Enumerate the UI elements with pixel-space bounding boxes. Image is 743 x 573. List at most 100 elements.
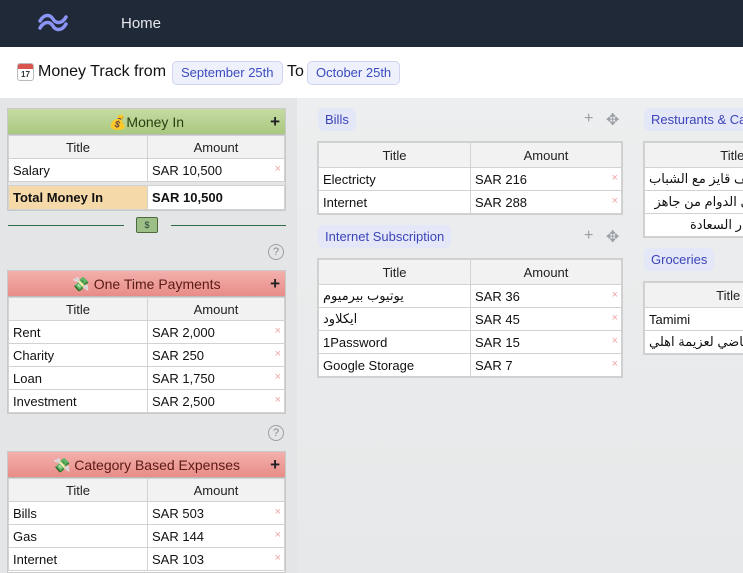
- table-row: 1Password SAR 15 ×: [318, 330, 622, 354]
- restaurants-tag[interactable]: Resturants & Ca: [644, 108, 743, 131]
- remove-icon[interactable]: ×: [612, 172, 618, 184]
- row-amount-cell[interactable]: SAR 2,000 ×: [147, 320, 285, 344]
- add-subscription-icon[interactable]: +: [584, 227, 593, 245]
- remove-icon[interactable]: ×: [275, 552, 281, 564]
- nav-home-link[interactable]: Home: [121, 15, 161, 32]
- add-money-in-icon[interactable]: +: [270, 109, 280, 135]
- remove-icon[interactable]: ×: [275, 529, 281, 541]
- row-title[interactable]: قاضي لعزيمة اهلي: [643, 330, 743, 354]
- add-category-icon[interactable]: +: [270, 452, 280, 478]
- remove-icon[interactable]: ×: [275, 348, 281, 360]
- internet-subscription-table: Title Amount يوتيوب بيرميوم SAR 36 × ايكل…: [317, 258, 623, 378]
- row-title[interactable]: دوار السعادة: [644, 213, 743, 237]
- table-row: في الدوام من جاهز: [644, 190, 743, 214]
- remove-icon[interactable]: ×: [612, 195, 618, 207]
- row-title[interactable]: Charity: [8, 343, 148, 367]
- row-title[interactable]: Rent: [8, 320, 148, 344]
- remove-icon[interactable]: ×: [612, 289, 618, 301]
- from-date-picker[interactable]: September 25th: [172, 61, 283, 85]
- row-amount-cell[interactable]: SAR 7 ×: [470, 353, 622, 377]
- top-nav: Home: [0, 0, 743, 47]
- row-title[interactable]: Internet: [318, 190, 471, 214]
- remove-icon[interactable]: ×: [612, 335, 618, 347]
- move-icon[interactable]: ✥: [606, 227, 619, 247]
- row-title[interactable]: Google Storage: [318, 353, 471, 377]
- column-header-title: Title: [318, 259, 471, 285]
- move-icon[interactable]: ✥: [606, 110, 619, 130]
- one-time-payments-title: 💸 One Time Payments: [72, 276, 221, 292]
- row-title[interactable]: كيف قايز مع الشباب: [644, 167, 743, 191]
- table-row: Gas SAR 144 ×: [8, 524, 285, 548]
- one-time-payments-table: Title Amount Rent SAR 2,000 × Charity SAR…: [8, 297, 285, 413]
- table-row: Charity SAR 250 ×: [8, 343, 285, 367]
- calendar-icon: 17: [17, 63, 34, 81]
- internet-subscription-tag[interactable]: Internet Subscription: [318, 225, 452, 248]
- row-amount-cell[interactable]: SAR 288 ×: [470, 190, 622, 214]
- row-amount-cell[interactable]: SAR 1,750 ×: [147, 366, 285, 390]
- row-amount: SAR 216: [475, 171, 528, 187]
- column-header-title: Title: [643, 282, 743, 308]
- row-amount: SAR 15: [475, 334, 520, 350]
- total-label: Total Money In: [8, 185, 148, 210]
- row-amount-cell[interactable]: SAR 45 ×: [470, 307, 622, 331]
- row-amount-cell[interactable]: SAR 503 ×: [147, 501, 285, 525]
- groceries-tag[interactable]: Groceries: [644, 248, 715, 271]
- table-row: Tamimi: [643, 307, 743, 331]
- row-title[interactable]: Investment: [8, 389, 148, 413]
- column-header-amount: Amount: [147, 135, 285, 159]
- table-row: Google Storage SAR 7 ×: [318, 353, 622, 377]
- row-title[interactable]: Loan: [8, 366, 148, 390]
- row-amount: SAR 36: [475, 288, 520, 304]
- row-title[interactable]: في الدوام من جاهز: [644, 190, 743, 214]
- add-bill-icon[interactable]: +: [584, 110, 593, 128]
- row-amount: SAR 2,500: [152, 393, 215, 409]
- row-amount: SAR 103: [152, 551, 205, 567]
- row-title[interactable]: Electricty: [318, 167, 471, 191]
- table-row: Salary SAR 10,500 ×: [8, 158, 285, 182]
- remove-icon[interactable]: ×: [612, 358, 618, 370]
- column-header-amount: Amount: [470, 142, 622, 168]
- row-title[interactable]: Internet: [8, 547, 148, 571]
- tailwind-logo-icon[interactable]: [36, 12, 70, 34]
- help-icon[interactable]: ?: [268, 425, 284, 441]
- table-row: Internet SAR 103 ×: [8, 547, 285, 571]
- row-title[interactable]: Salary: [8, 158, 148, 182]
- remove-icon[interactable]: ×: [275, 325, 281, 337]
- row-amount-cell[interactable]: SAR 36 ×: [470, 284, 622, 308]
- row-title[interactable]: ايكلاود: [318, 307, 471, 331]
- bills-tag[interactable]: Bills: [318, 108, 356, 131]
- row-title[interactable]: Tamimi: [643, 307, 743, 331]
- table-row: يوتيوب بيرميوم SAR 36 ×: [318, 284, 622, 308]
- row-amount-cell[interactable]: SAR 144 ×: [147, 524, 285, 548]
- remove-icon[interactable]: ×: [275, 163, 281, 175]
- remove-icon[interactable]: ×: [612, 312, 618, 324]
- row-title[interactable]: يوتيوب بيرميوم: [318, 284, 471, 308]
- row-title[interactable]: Bills: [8, 501, 148, 525]
- row-amount-cell[interactable]: SAR 250 ×: [147, 343, 285, 367]
- column-header-title: Title: [8, 478, 148, 502]
- money-in-total-table: Total Money In SAR 10,500: [8, 185, 285, 210]
- column-header-title: Title: [318, 142, 471, 168]
- add-payment-icon[interactable]: +: [270, 271, 280, 297]
- row-amount-cell[interactable]: SAR 15 ×: [470, 330, 622, 354]
- row-title[interactable]: 1Password: [318, 330, 471, 354]
- table-row: قاضي لعزيمة اهلي: [643, 330, 743, 354]
- money-in-title: 💰Money In: [108, 114, 185, 130]
- remove-icon[interactable]: ×: [275, 394, 281, 406]
- table-row: Investment SAR 2,500 ×: [8, 389, 285, 413]
- to-date-picker[interactable]: October 25th: [307, 61, 401, 85]
- column-header-amount: Amount: [147, 478, 285, 502]
- row-amount-cell[interactable]: SAR 2,500 ×: [147, 389, 285, 413]
- money-in-table: Title Amount Salary SAR 10,500 ×: [8, 135, 285, 182]
- row-amount-cell[interactable]: SAR 103 ×: [147, 547, 285, 571]
- row-amount-cell[interactable]: SAR 216 ×: [470, 167, 622, 191]
- table-row: Rent SAR 2,000 ×: [8, 320, 285, 344]
- help-icon[interactable]: ?: [268, 244, 284, 260]
- row-title[interactable]: Gas: [8, 524, 148, 548]
- remove-icon[interactable]: ×: [275, 506, 281, 518]
- row-amount-cell[interactable]: SAR 10,500 ×: [147, 158, 285, 182]
- remove-icon[interactable]: ×: [275, 371, 281, 383]
- row-amount: SAR 250: [152, 347, 205, 363]
- row-amount: SAR 45: [475, 311, 520, 327]
- column-header-title: Title: [644, 142, 743, 168]
